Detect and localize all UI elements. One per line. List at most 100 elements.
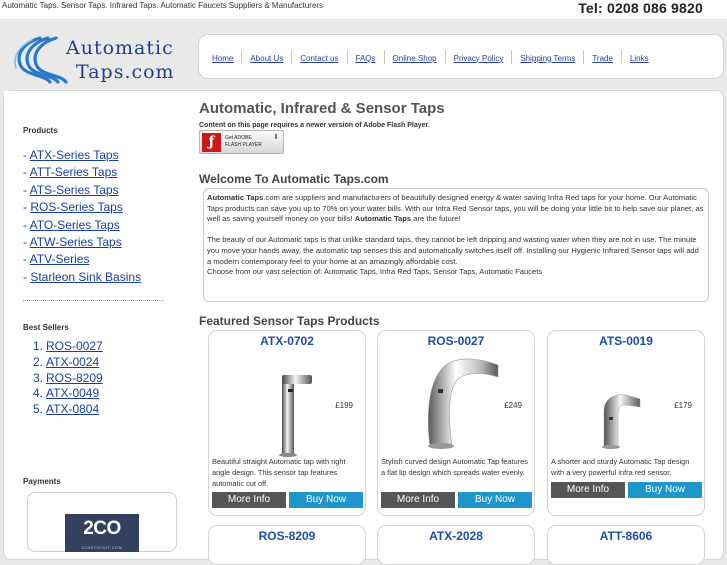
- product-name[interactable]: ATT-8606: [548, 529, 704, 543]
- best-seller-link[interactable]: ATX-0804: [46, 402, 99, 416]
- list-item: - ROS-Series Taps: [23, 199, 141, 216]
- product-card: ATX-0702 £199 Beautiful straight Automat…: [208, 330, 366, 516]
- category-link-ato[interactable]: ATO-Series Taps: [30, 218, 120, 232]
- nav-item-home: Home: [204, 49, 243, 64]
- products-heading: Products: [23, 126, 58, 135]
- welcome-paragraph: The beauty of our Automatic taps is that…: [207, 235, 699, 266]
- list-bullet: -: [23, 165, 30, 180]
- welcome-paragraph: Choose from our vast selection of: Autom…: [207, 267, 543, 277]
- nav-link-about[interactable]: About Us: [250, 54, 283, 63]
- list-bullet: -: [23, 252, 30, 267]
- welcome-heading: Welcome To Automatic Taps.com: [199, 172, 389, 186]
- nav-link-shipping[interactable]: Shipping Terms: [520, 54, 575, 63]
- featured-heading: Featured Sensor Taps Products: [199, 314, 380, 328]
- list-item: - ATO-Series Taps: [23, 217, 141, 234]
- product-description: Stylish curved design Automatic Tap feat…: [381, 457, 528, 477]
- nav-item-trade: Trade: [584, 49, 622, 64]
- list-number: 4.: [33, 386, 44, 401]
- payment-logo-subtext: 2CHECKOUT.COM: [81, 545, 123, 550]
- product-name[interactable]: ATX-2028: [378, 529, 534, 543]
- nav-item-contact: Contact us: [292, 49, 348, 64]
- flash-button-line2: FLASH PLAYER: [225, 142, 262, 148]
- best-seller-link[interactable]: ATX-0049: [46, 386, 99, 400]
- nav-item-privacy: Privacy Policy: [446, 49, 513, 64]
- product-card: ROS-0027 £249 Stylish curved design Auto…: [377, 330, 535, 516]
- flash-button-line1: Get ADOBE: [225, 135, 252, 141]
- product-description: A shorter and sturdy Automatic Tap desig…: [551, 457, 690, 477]
- category-link-atw[interactable]: ATW-Series Taps: [30, 235, 122, 249]
- category-link-ros[interactable]: ROS-Series Taps: [30, 200, 122, 214]
- 2checkout-logo[interactable]: 2CO 2CHECKOUT.COM: [65, 514, 139, 552]
- payments-box: 2CO 2CHECKOUT.COM: [27, 492, 177, 552]
- category-link-starleon[interactable]: Starleon Sink Basins: [30, 270, 141, 284]
- nav-link-home[interactable]: Home: [212, 54, 233, 63]
- payment-logo-text: 2CO: [83, 518, 121, 539]
- brand-name: Automatic Taps: [207, 193, 264, 202]
- get-flash-player-button[interactable]: ƒ Get ADOBE FLASH PLAYER ⬇: [199, 130, 284, 154]
- product-price: £249: [504, 401, 522, 410]
- phone-number: Tel: 0208 086 9820: [578, 0, 703, 16]
- category-link-atx[interactable]: ATX-Series Taps: [30, 148, 119, 162]
- list-item: 2. ATX-0024: [33, 354, 103, 370]
- nav-item-links: Links: [622, 50, 657, 64]
- welcome-paragraph: Automatic Taps.com are suppliers and man…: [207, 193, 705, 225]
- nav-link-links[interactable]: Links: [630, 54, 649, 63]
- tap-image-ats-0019-icon[interactable]: [596, 389, 646, 449]
- page-title: Automatic, Infrared & Sensor Taps: [199, 100, 445, 117]
- top-strip: Automatic Taps. Sensor Taps. Infrared Ta…: [0, 0, 727, 20]
- list-item: - ATS-Series Taps: [23, 182, 141, 199]
- nav-link-faqs[interactable]: FAQs: [356, 54, 376, 63]
- best-seller-link[interactable]: ROS-0027: [46, 339, 103, 353]
- payments-heading: Payments: [23, 477, 61, 486]
- more-info-button[interactable]: More Info: [381, 492, 455, 508]
- flash-icon: ƒ: [202, 133, 221, 152]
- list-bullet: -: [23, 182, 30, 197]
- flash-notice: Content on this page requires a newer ve…: [199, 122, 430, 129]
- nav-link-trade[interactable]: Trade: [592, 54, 613, 63]
- list-item: 1. ROS-0027: [33, 338, 103, 354]
- list-item: - ATT-Series Taps: [23, 164, 141, 181]
- nav-item-about: About Us: [242, 49, 293, 64]
- nav-link-contact[interactable]: Contact us: [300, 54, 338, 63]
- site-logo[interactable]: Automatic Taps.com: [8, 32, 188, 88]
- more-info-button[interactable]: More Info: [551, 482, 625, 498]
- product-card: ROS-8209: [208, 525, 366, 565]
- buy-now-button[interactable]: Buy Now: [458, 492, 532, 508]
- tap-image-atx-0702-icon[interactable]: [264, 349, 314, 459]
- list-item: - ATV-Series: [23, 251, 141, 268]
- best-seller-link[interactable]: ATX-0024: [46, 355, 99, 369]
- sidebar-divider: [23, 300, 164, 301]
- product-card: ATS-0019 £179 A shorter and sturdy Autom…: [547, 330, 705, 516]
- nav-link-shop[interactable]: Online Shop: [393, 54, 437, 63]
- list-item: - Starleon Sink Basins: [23, 269, 141, 286]
- nav-link-privacy[interactable]: Privacy Policy: [454, 54, 504, 63]
- list-number: 1.: [33, 339, 44, 353]
- list-bullet: -: [23, 148, 30, 162]
- list-bullet: -: [23, 234, 30, 249]
- buy-now-button[interactable]: Buy Now: [289, 492, 363, 508]
- welcome-text-box: Automatic Taps.com are suppliers and man…: [203, 188, 709, 302]
- product-card: ATT-8606: [547, 525, 705, 565]
- site-tagline: Automatic Taps. Sensor Taps. Infrared Ta…: [2, 1, 324, 10]
- nav-item-shop: Online Shop: [385, 49, 446, 64]
- list-number: 3.: [33, 370, 44, 385]
- product-description: Beautiful straight Automatic tap with ri…: [212, 457, 346, 488]
- list-item: 5. ATX-0804: [33, 401, 103, 417]
- category-link-att[interactable]: ATT-Series Taps: [30, 165, 118, 179]
- main-navigation: Home About Us Contact us FAQs Online Sho…: [198, 34, 724, 79]
- product-card: ATX-2028: [377, 525, 535, 565]
- download-arrow-icon: ⬇: [273, 134, 279, 141]
- product-name[interactable]: ATX-0702: [209, 334, 365, 348]
- tap-image-ros-0027-icon[interactable]: [416, 355, 502, 449]
- product-name[interactable]: ROS-0027: [378, 334, 534, 348]
- best-seller-link[interactable]: ROS-8209: [46, 371, 103, 385]
- category-link-atv[interactable]: ATV-Series: [30, 252, 90, 266]
- more-info-button[interactable]: More Info: [212, 492, 286, 508]
- product-name[interactable]: ATS-0019: [548, 334, 704, 348]
- product-price: £179: [674, 401, 692, 410]
- category-link-ats[interactable]: ATS-Series Taps: [30, 183, 119, 197]
- buy-now-button[interactable]: Buy Now: [628, 482, 702, 498]
- list-item: - ATX-Series Taps: [23, 147, 141, 164]
- product-name[interactable]: ROS-8209: [209, 529, 365, 543]
- welcome-text: are the future!: [411, 214, 461, 224]
